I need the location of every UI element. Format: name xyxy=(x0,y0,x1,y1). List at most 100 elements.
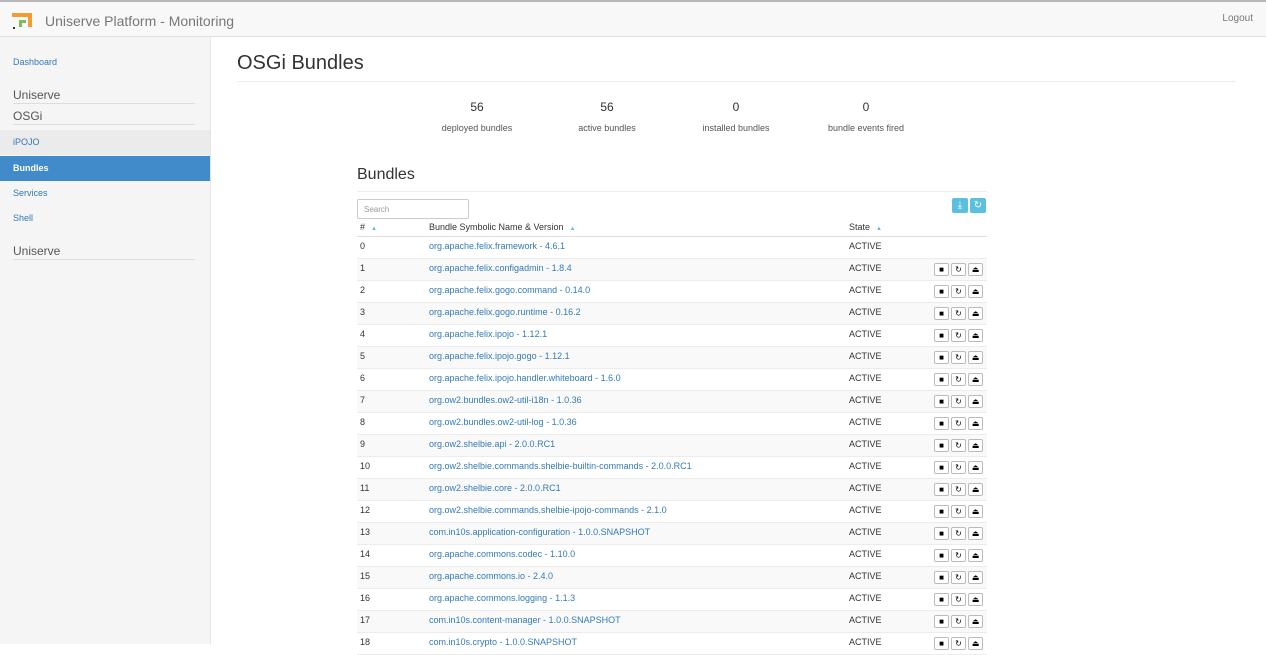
bundle-id: 5 xyxy=(360,351,366,361)
bundle-name-link[interactable]: org.ow2.shelbie.commands.shelbie-ipojo-c… xyxy=(429,505,667,515)
stop-bundle-button[interactable]: ■ xyxy=(934,329,949,342)
sidebar-item-services[interactable]: Services xyxy=(0,181,210,206)
uninstall-bundle-button[interactable]: ⏏ xyxy=(968,263,983,276)
column-header-name[interactable]: Bundle Symbolic Name & Version ▲ xyxy=(429,222,576,232)
stop-icon: ■ xyxy=(939,265,944,274)
uninstall-bundle-button[interactable]: ⏏ xyxy=(968,285,983,298)
stop-bundle-button[interactable]: ■ xyxy=(934,417,949,430)
stop-bundle-button[interactable]: ■ xyxy=(934,373,949,386)
bundle-name-link[interactable]: org.ow2.shelbie.commands.shelbie-builtin… xyxy=(429,461,692,471)
stop-bundle-button[interactable]: ■ xyxy=(934,615,949,628)
sidebar-item-dashboard[interactable]: Dashboard xyxy=(0,50,210,75)
refresh-bundle-button[interactable]: ↻ xyxy=(951,549,966,562)
sidebar-item-bundles[interactable]: Bundles xyxy=(0,156,210,181)
bundle-name-link[interactable]: com.in10s.content-manager - 1.0.0.SNAPSH… xyxy=(429,615,621,625)
bundle-name-link[interactable]: org.apache.felix.ipojo.gogo - 1.12.1 xyxy=(429,351,570,361)
stop-bundle-button[interactable]: ■ xyxy=(934,461,949,474)
uninstall-bundle-button[interactable]: ⏏ xyxy=(968,373,983,386)
stop-bundle-button[interactable]: ■ xyxy=(934,439,949,452)
uninstall-bundle-button[interactable]: ⏏ xyxy=(968,593,983,606)
bundle-state: ACTIVE xyxy=(849,373,882,383)
stop-bundle-button[interactable]: ■ xyxy=(934,307,949,320)
refresh-bundle-button[interactable]: ↻ xyxy=(951,527,966,540)
uninstall-bundle-button[interactable]: ⏏ xyxy=(968,505,983,518)
refresh-bundle-button[interactable]: ↻ xyxy=(951,417,966,430)
uninstall-bundle-button[interactable]: ⏏ xyxy=(968,417,983,430)
refresh-bundle-button[interactable]: ↻ xyxy=(951,351,966,364)
stop-bundle-button[interactable]: ■ xyxy=(934,571,949,584)
table-row: 6 org.apache.felix.ipojo.handler.whiteboa… xyxy=(357,369,987,391)
stop-bundle-button[interactable]: ■ xyxy=(934,593,949,606)
bundle-name-link[interactable]: org.ow2.bundles.ow2-util-i18n - 1.0.36 xyxy=(429,395,582,405)
refresh-bundle-button[interactable]: ↻ xyxy=(951,461,966,474)
bundle-name-link[interactable]: org.ow2.shelbie.core - 2.0.0.RC1 xyxy=(429,483,561,493)
stat-deployed-bundles: 56 deployed bundles xyxy=(412,100,542,133)
bundle-name-link[interactable]: org.apache.felix.ipojo - 1.12.1 xyxy=(429,329,547,339)
refresh-bundle-button[interactable]: ↻ xyxy=(951,307,966,320)
stop-bundle-button[interactable]: ■ xyxy=(934,483,949,496)
refresh-bundle-button[interactable]: ↻ xyxy=(951,263,966,276)
refresh-icon: ↻ xyxy=(955,287,962,296)
refresh-icon: ↻ xyxy=(955,485,962,494)
bundle-name-link[interactable]: org.ow2.shelbie.api - 2.0.0.RC1 xyxy=(429,439,555,449)
bundle-actions: ■ ↻ ⏏ xyxy=(934,593,983,606)
bundle-name-link[interactable]: org.apache.commons.logging - 1.1.3 xyxy=(429,593,575,603)
refresh-bundle-button[interactable]: ↻ xyxy=(951,505,966,518)
uninstall-bundle-button[interactable]: ⏏ xyxy=(968,439,983,452)
stop-bundle-button[interactable]: ■ xyxy=(934,285,949,298)
sidebar-item-shell[interactable]: Shell xyxy=(0,206,210,231)
refresh-icon: ↻ xyxy=(955,529,962,538)
uninstall-bundle-button[interactable]: ⏏ xyxy=(968,329,983,342)
app-title[interactable]: Uniserve Platform - Monitoring xyxy=(45,13,234,29)
uninstall-bundle-button[interactable]: ⏏ xyxy=(968,549,983,562)
refresh-icon: ↻ xyxy=(955,507,962,516)
eject-icon: ⏏ xyxy=(971,287,980,296)
refresh-bundle-button[interactable]: ↻ xyxy=(951,593,966,606)
uninstall-bundle-button[interactable]: ⏏ xyxy=(968,461,983,474)
stop-bundle-button[interactable]: ■ xyxy=(934,351,949,364)
uninstall-bundle-button[interactable]: ⏏ xyxy=(968,351,983,364)
refresh-bundle-button[interactable]: ↻ xyxy=(951,571,966,584)
stop-bundle-button[interactable]: ■ xyxy=(934,505,949,518)
column-header-id[interactable]: # ▲ xyxy=(360,222,377,232)
uninstall-bundle-button[interactable]: ⏏ xyxy=(968,615,983,628)
bundle-id: 2 xyxy=(360,285,366,295)
bundle-name-link[interactable]: org.apache.commons.io - 2.4.0 xyxy=(429,571,553,581)
uninstall-bundle-button[interactable]: ⏏ xyxy=(968,527,983,540)
refresh-bundle-button[interactable]: ↻ xyxy=(951,373,966,386)
bundle-name-link[interactable]: org.apache.felix.gogo.command - 0.14.0 xyxy=(429,285,590,295)
uninstall-bundle-button[interactable]: ⏏ xyxy=(968,571,983,584)
install-bundle-button[interactable]: ⤓ xyxy=(952,198,968,213)
stop-bundle-button[interactable]: ■ xyxy=(934,527,949,540)
refresh-bundle-button[interactable]: ↻ xyxy=(951,615,966,628)
refresh-bundle-button[interactable]: ↻ xyxy=(951,395,966,408)
uninstall-bundle-button[interactable]: ⏏ xyxy=(968,307,983,320)
refresh-bundle-button[interactable]: ↻ xyxy=(951,329,966,342)
uninstall-bundle-button[interactable]: ⏏ xyxy=(968,395,983,408)
column-header-state[interactable]: State ▲ xyxy=(849,222,882,232)
bundle-name-link[interactable]: com.in10s.application-configuration - 1.… xyxy=(429,527,650,537)
bundle-actions: ■ ↻ ⏏ xyxy=(934,307,983,320)
search-input[interactable] xyxy=(357,199,469,219)
logout-link[interactable]: Logout xyxy=(1222,13,1253,24)
table-row: 4 org.apache.felix.ipojo - 1.12.1 ACTIVE ■ ↻… xyxy=(357,325,987,347)
bundle-name-link[interactable]: org.apache.commons.codec - 1.10.0 xyxy=(429,549,575,559)
bundle-name-link[interactable]: org.apache.felix.configadmin - 1.8.4 xyxy=(429,263,572,273)
stop-bundle-button[interactable]: ■ xyxy=(934,549,949,562)
refresh-list-button[interactable]: ↻ xyxy=(970,198,986,213)
stop-bundle-button[interactable]: ■ xyxy=(934,263,949,276)
stop-bundle-button[interactable]: ■ xyxy=(934,395,949,408)
eject-icon: ⏏ xyxy=(971,595,980,604)
bundle-name-link[interactable]: com.in10s.crypto - 1.0.0.SNAPSHOT xyxy=(429,637,577,647)
bundle-name-link[interactable]: org.apache.felix.framework - 4.6.1 xyxy=(429,241,565,251)
bundle-name-link[interactable]: org.ow2.bundles.ow2-util-log - 1.0.36 xyxy=(429,417,577,427)
bundle-name-link[interactable]: org.apache.felix.ipojo.handler.whiteboar… xyxy=(429,373,621,383)
sidebar-item-ipojo[interactable]: iPOJO xyxy=(0,130,210,155)
refresh-bundle-button[interactable]: ↻ xyxy=(951,439,966,452)
refresh-bundle-button[interactable]: ↻ xyxy=(951,483,966,496)
bundle-id: 18 xyxy=(360,637,371,647)
bundle-name-link[interactable]: org.apache.felix.gogo.runtime - 0.16.2 xyxy=(429,307,581,317)
uninstall-bundle-button[interactable]: ⏏ xyxy=(968,483,983,496)
bundle-state: ACTIVE xyxy=(849,593,882,603)
refresh-bundle-button[interactable]: ↻ xyxy=(951,285,966,298)
